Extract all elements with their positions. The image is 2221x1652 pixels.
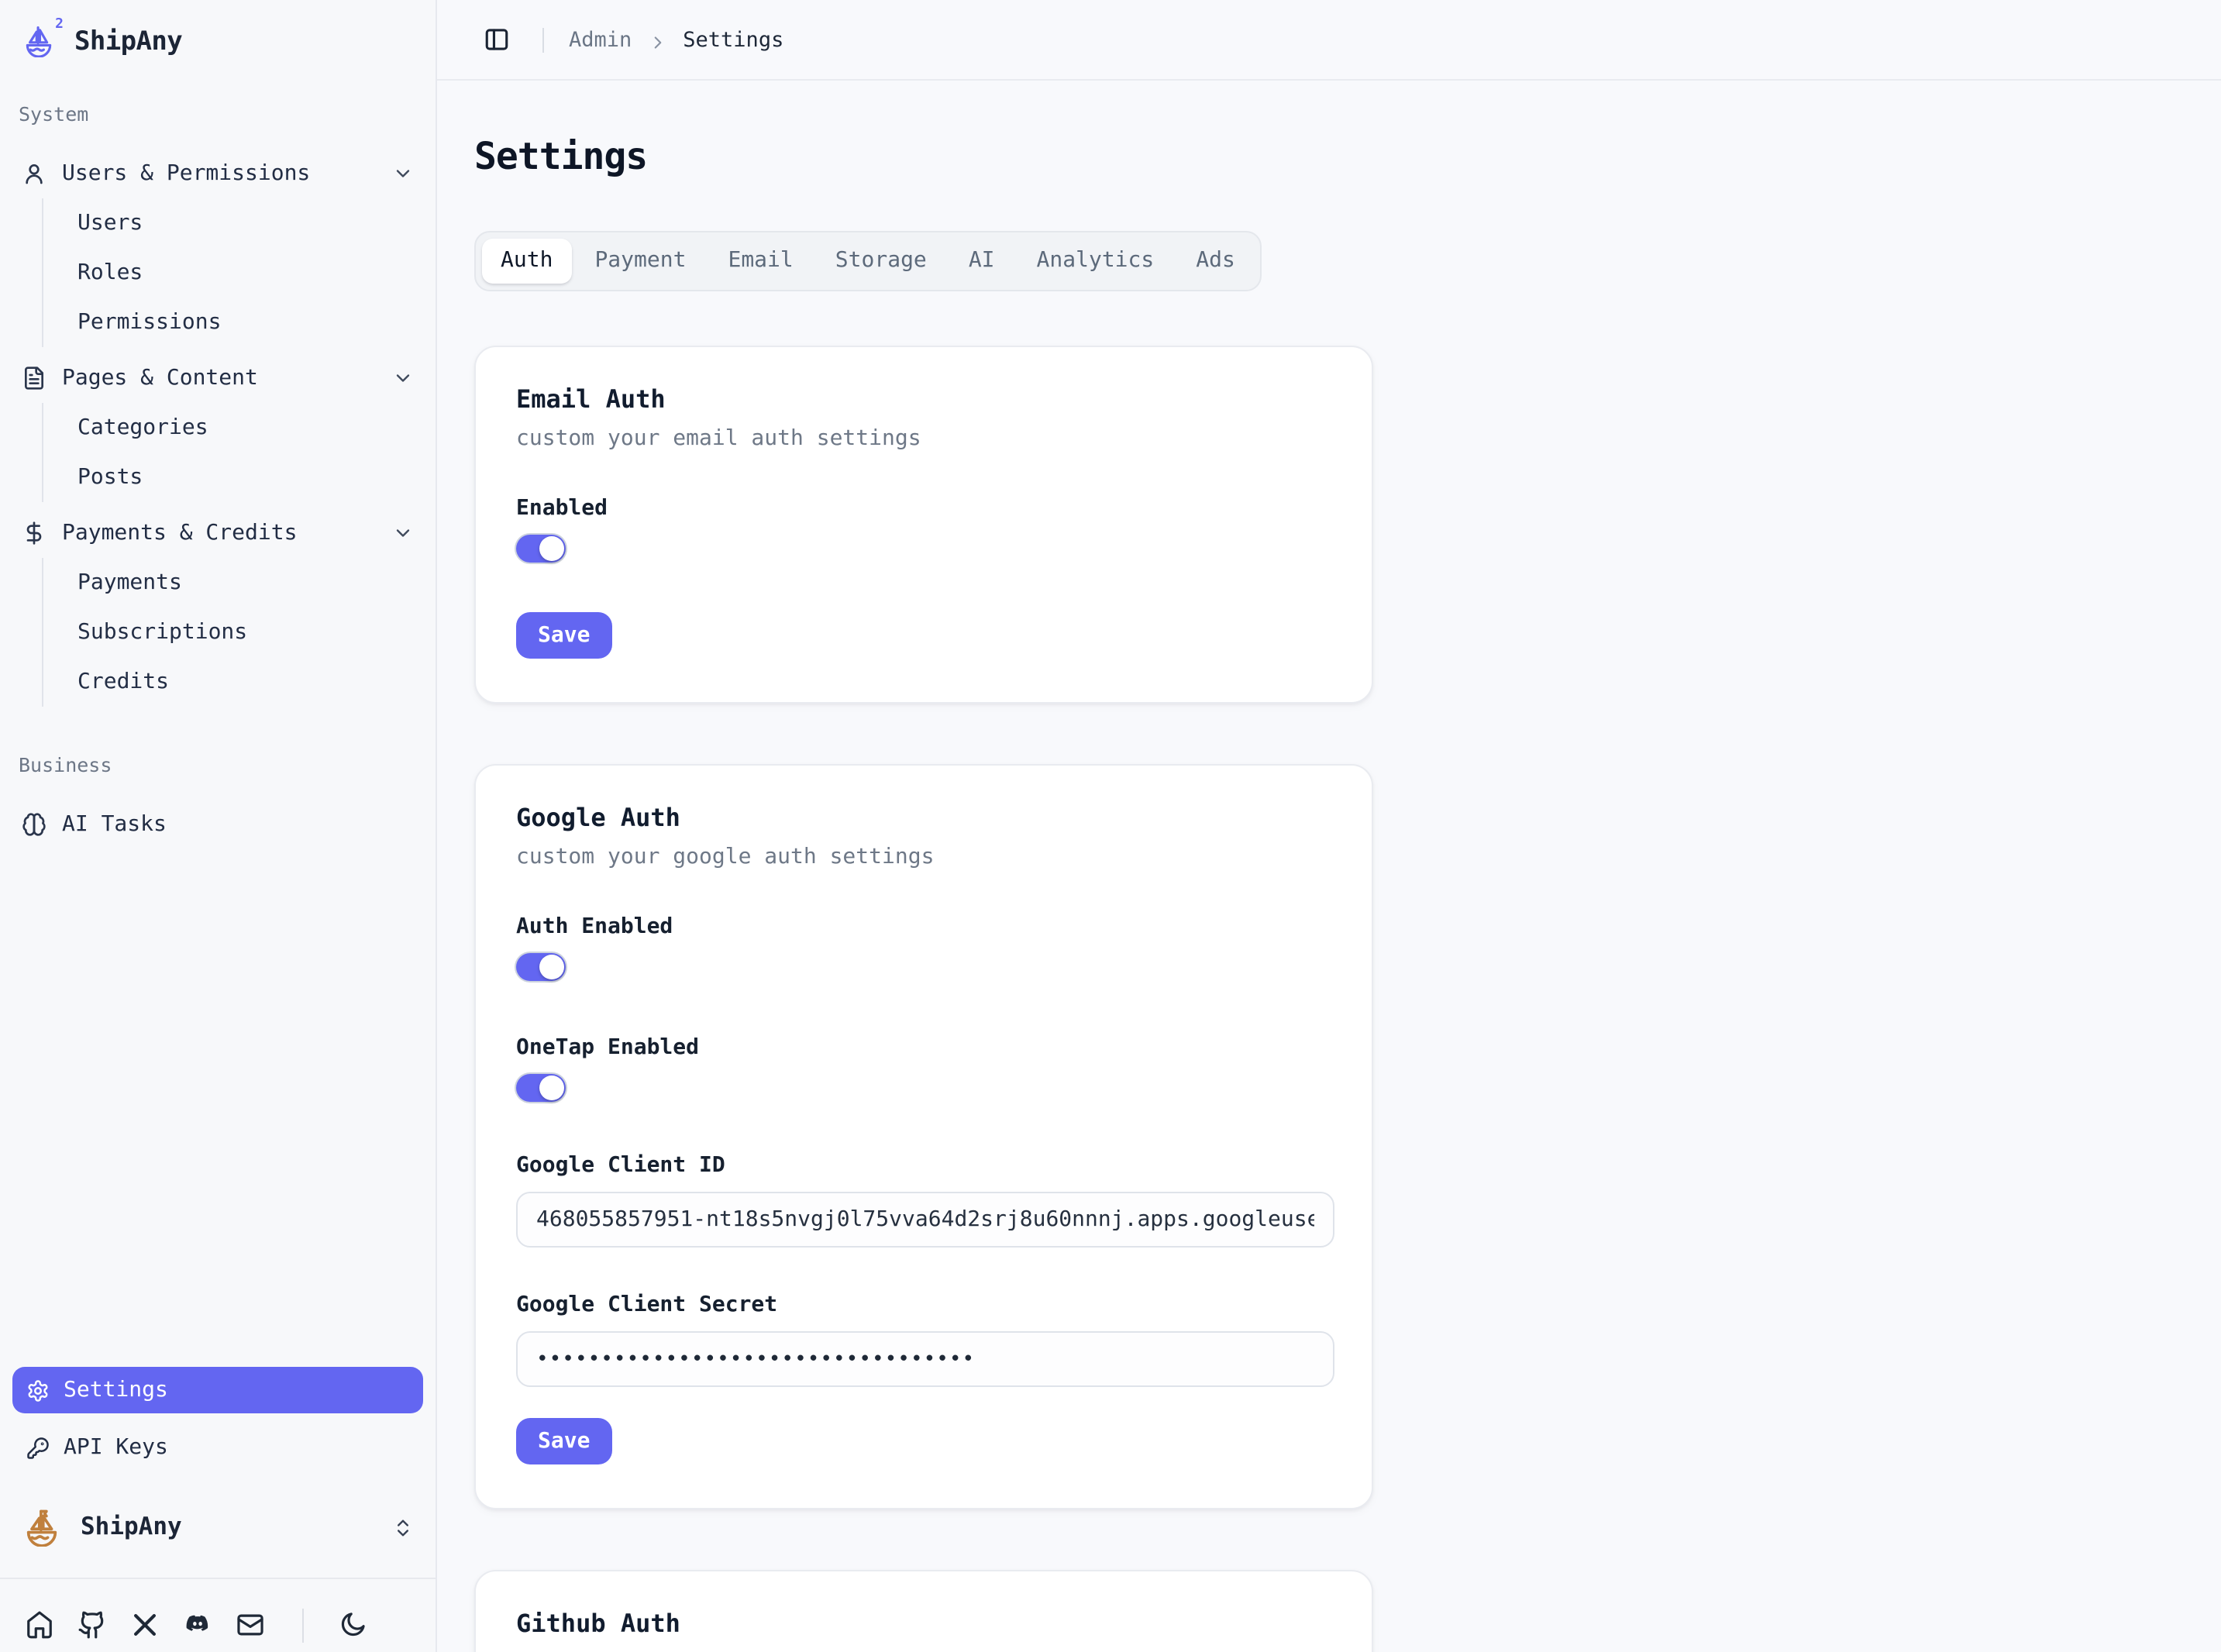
sidebar-item-payments[interactable]: Payments xyxy=(77,558,423,607)
google-onetap-enabled-switch[interactable] xyxy=(516,1074,566,1102)
switch-knob xyxy=(539,955,564,979)
card-title: Github Auth xyxy=(516,1609,1331,1640)
sidebar-item-label: API Keys xyxy=(64,1435,168,1460)
email-auth-enabled-switch[interactable] xyxy=(516,535,566,563)
chevron-down-icon xyxy=(392,522,414,544)
home-icon[interactable] xyxy=(25,1610,54,1640)
tab-analytics[interactable]: Analytics xyxy=(1018,239,1173,284)
github-icon[interactable] xyxy=(77,1610,107,1640)
google-auth-enabled-switch[interactable] xyxy=(516,953,566,981)
sidebar: 2 ShipAny System Users & Permissions Use… xyxy=(0,0,437,1652)
switch-knob xyxy=(539,1076,564,1100)
chevron-right-icon xyxy=(647,29,667,50)
x-icon[interactable] xyxy=(130,1610,160,1640)
tab-payment[interactable]: Payment xyxy=(576,239,704,284)
workspace-switcher[interactable]: ShipAny xyxy=(12,1494,423,1559)
file-text-icon xyxy=(22,366,46,391)
user-icon xyxy=(22,161,46,186)
sidebar-group-label: Payments & Credits xyxy=(62,521,297,546)
sidebar-item-label: AI Tasks xyxy=(62,812,167,837)
sidebar-item-categories[interactable]: Categories xyxy=(77,403,423,453)
sidebar-item-users[interactable]: Users xyxy=(77,198,423,248)
app-root: 2 ShipAny System Users & Permissions Use… xyxy=(0,0,2221,1652)
card-description: custom your google auth settings xyxy=(516,843,1331,872)
sidebar-group-label: Pages & Content xyxy=(62,366,258,391)
tab-auth[interactable]: Auth xyxy=(482,239,571,284)
enabled-label: Enabled xyxy=(516,494,1331,522)
sidebar-item-label: Settings xyxy=(64,1378,168,1402)
chevron-down-icon xyxy=(392,367,414,389)
discord-icon[interactable] xyxy=(183,1610,212,1640)
sidebar-item-permissions[interactable]: Permissions xyxy=(77,298,423,347)
card-description: custom your github auth settings xyxy=(516,1649,1331,1652)
tab-ads[interactable]: Ads xyxy=(1177,239,1254,284)
sidebar-group-pages-content[interactable]: Pages & Content xyxy=(12,353,423,403)
sailboat-logo-icon: 2 xyxy=(22,23,59,60)
chevron-down-icon xyxy=(392,163,414,184)
sidebar-group-label: Users & Permissions xyxy=(62,161,310,186)
sidebar-item-settings[interactable]: Settings xyxy=(12,1367,423,1413)
logo-version-badge: 2 xyxy=(55,17,64,33)
sidebar-item-api-keys[interactable]: API Keys xyxy=(12,1423,423,1472)
sidebar-footer-links xyxy=(0,1578,436,1652)
save-button[interactable]: Save xyxy=(516,1418,611,1464)
auth-enabled-label: Auth Enabled xyxy=(516,913,1331,941)
workspace-name: ShipAny xyxy=(74,26,182,57)
sidebar-item-ai-tasks[interactable]: AI Tasks xyxy=(12,800,423,849)
breadcrumb-current: Settings xyxy=(683,27,783,52)
mail-icon[interactable] xyxy=(236,1610,265,1640)
workspace-logo[interactable]: 2 ShipAny xyxy=(12,19,423,65)
settings-cards: Email Auth custom your email auth settin… xyxy=(474,346,1373,1652)
sidebar-group-payments-credits[interactable]: Payments & Credits xyxy=(12,508,423,558)
panel-left-icon xyxy=(483,26,509,53)
google-client-secret-input[interactable] xyxy=(516,1331,1334,1387)
footer-divider xyxy=(302,1608,304,1642)
sidebar-sublist-users-permissions: Users Roles Permissions xyxy=(42,198,423,347)
sidebar-item-subscriptions[interactable]: Subscriptions xyxy=(77,607,423,657)
card-description: custom your email auth settings xyxy=(516,425,1331,454)
page-title: Settings xyxy=(474,133,2184,180)
google-client-secret-label: Google Client Secret xyxy=(516,1291,1331,1319)
section-label-system: System xyxy=(12,102,423,130)
github-auth-card: Github Auth custom your github auth sett… xyxy=(474,1570,1373,1652)
sidebar-item-credits[interactable]: Credits xyxy=(77,657,423,707)
google-client-id-input[interactable] xyxy=(516,1192,1334,1248)
email-auth-card: Email Auth custom your email auth settin… xyxy=(474,346,1373,704)
page-content: Settings Auth Payment Email Storage AI A… xyxy=(437,81,2221,1652)
card-title: Email Auth xyxy=(516,384,1331,415)
settings-tabs: Auth Payment Email Storage AI Analytics … xyxy=(474,231,1262,291)
key-icon xyxy=(26,1436,50,1459)
workspace-switcher-name: ShipAny xyxy=(81,1513,182,1540)
save-button[interactable]: Save xyxy=(516,612,611,659)
sidebar-group-users-permissions[interactable]: Users & Permissions xyxy=(12,149,423,198)
tab-ai[interactable]: AI xyxy=(950,239,1014,284)
card-title: Google Auth xyxy=(516,803,1331,834)
switch-knob xyxy=(539,536,564,561)
onetap-enabled-label: OneTap Enabled xyxy=(516,1034,1331,1062)
gear-icon xyxy=(26,1378,50,1402)
sidebar-item-roles[interactable]: Roles xyxy=(77,248,423,298)
sidebar-sublist-payments-credits: Payments Subscriptions Credits xyxy=(42,558,423,707)
moon-icon[interactable] xyxy=(338,1610,367,1640)
tab-email[interactable]: Email xyxy=(709,239,811,284)
breadcrumb-divider xyxy=(542,27,544,52)
breadcrumb-parent[interactable]: Admin xyxy=(569,27,632,52)
sidebar-sublist-pages-content: Categories Posts xyxy=(42,403,423,502)
section-label-business: Business xyxy=(12,753,423,781)
main-area: Admin Settings Settings Auth Payment Ema… xyxy=(437,0,2221,1652)
tab-storage[interactable]: Storage xyxy=(817,239,945,284)
chevrons-up-down-icon xyxy=(392,1516,414,1537)
google-auth-card: Google Auth custom your google auth sett… xyxy=(474,764,1373,1509)
brain-icon xyxy=(22,812,46,837)
sidebar-spacer xyxy=(12,849,423,1367)
sidebar-item-posts[interactable]: Posts xyxy=(77,453,423,502)
sidebar-toggle-button[interactable] xyxy=(474,18,518,61)
breadcrumb-bar: Admin Settings xyxy=(437,0,2221,81)
dollar-sign-icon xyxy=(22,521,46,546)
sailboat-icon xyxy=(22,1506,62,1547)
google-client-id-label: Google Client ID xyxy=(516,1151,1331,1179)
